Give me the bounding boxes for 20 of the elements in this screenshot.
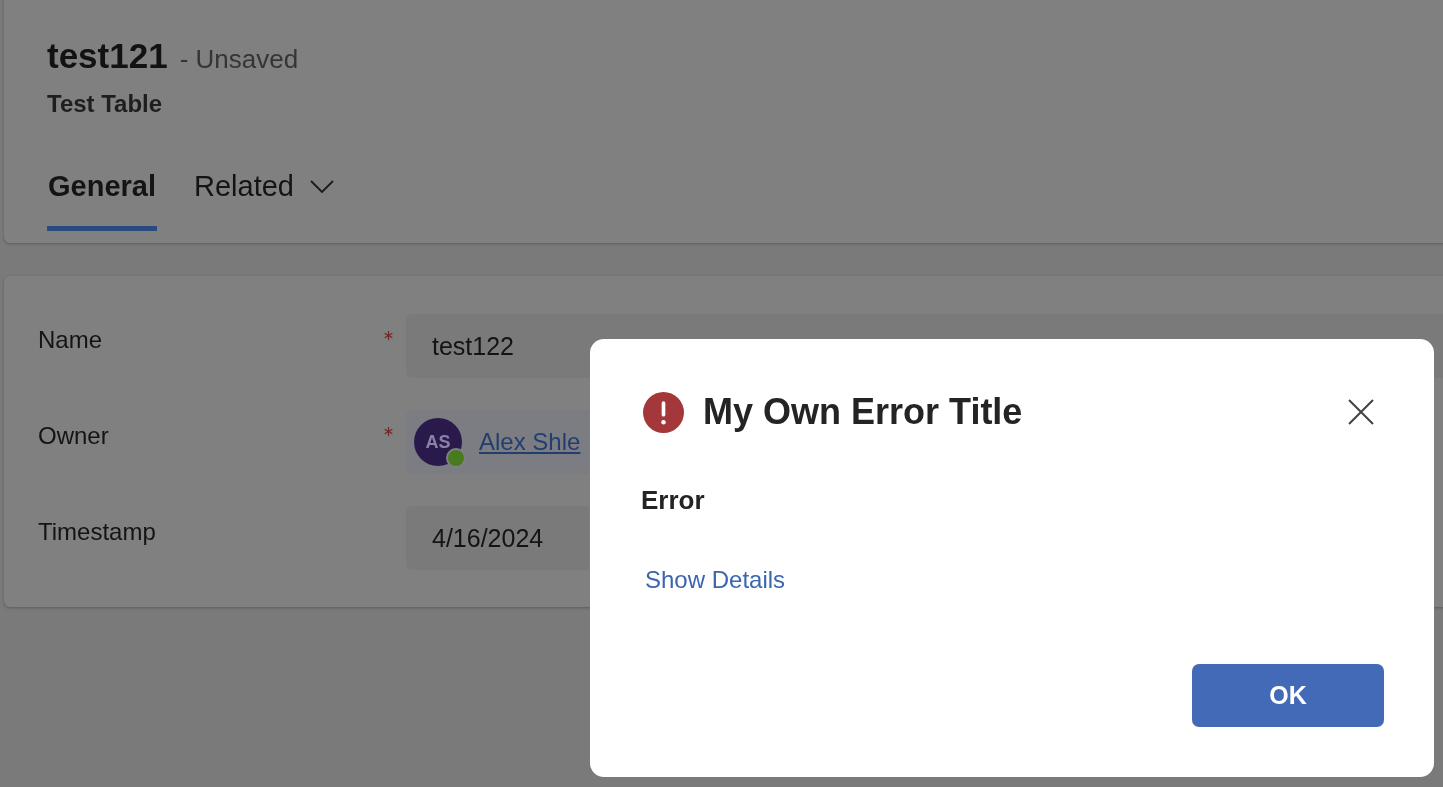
dialog-title: My Own Error Title bbox=[703, 391, 1024, 433]
owner-link[interactable]: Alex Shle bbox=[479, 428, 581, 456]
show-details-link[interactable]: Show Details bbox=[645, 566, 786, 594]
table-name: Test Table bbox=[47, 90, 163, 118]
status-dot-icon bbox=[446, 448, 466, 468]
chevron-down-icon bbox=[309, 180, 334, 193]
save-status: - Unsaved bbox=[179, 44, 299, 75]
error-icon bbox=[643, 391, 684, 433]
date-field[interactable]: 4/16/2024 bbox=[406, 506, 589, 570]
tab[interactable]: Related bbox=[193, 164, 335, 231]
ok-button[interactable]: OK bbox=[1192, 664, 1384, 727]
field-label: Timestamp bbox=[38, 518, 156, 546]
field-label: Owner bbox=[38, 422, 109, 450]
lookup-field[interactable]: AS Alex Shle bbox=[406, 410, 589, 474]
avatar: AS bbox=[414, 418, 462, 466]
record-title: test121 bbox=[47, 36, 168, 76]
error-message: Error bbox=[641, 485, 705, 516]
close-button[interactable] bbox=[1348, 399, 1374, 425]
field-label: Name bbox=[38, 326, 103, 354]
close-icon bbox=[1348, 399, 1374, 425]
